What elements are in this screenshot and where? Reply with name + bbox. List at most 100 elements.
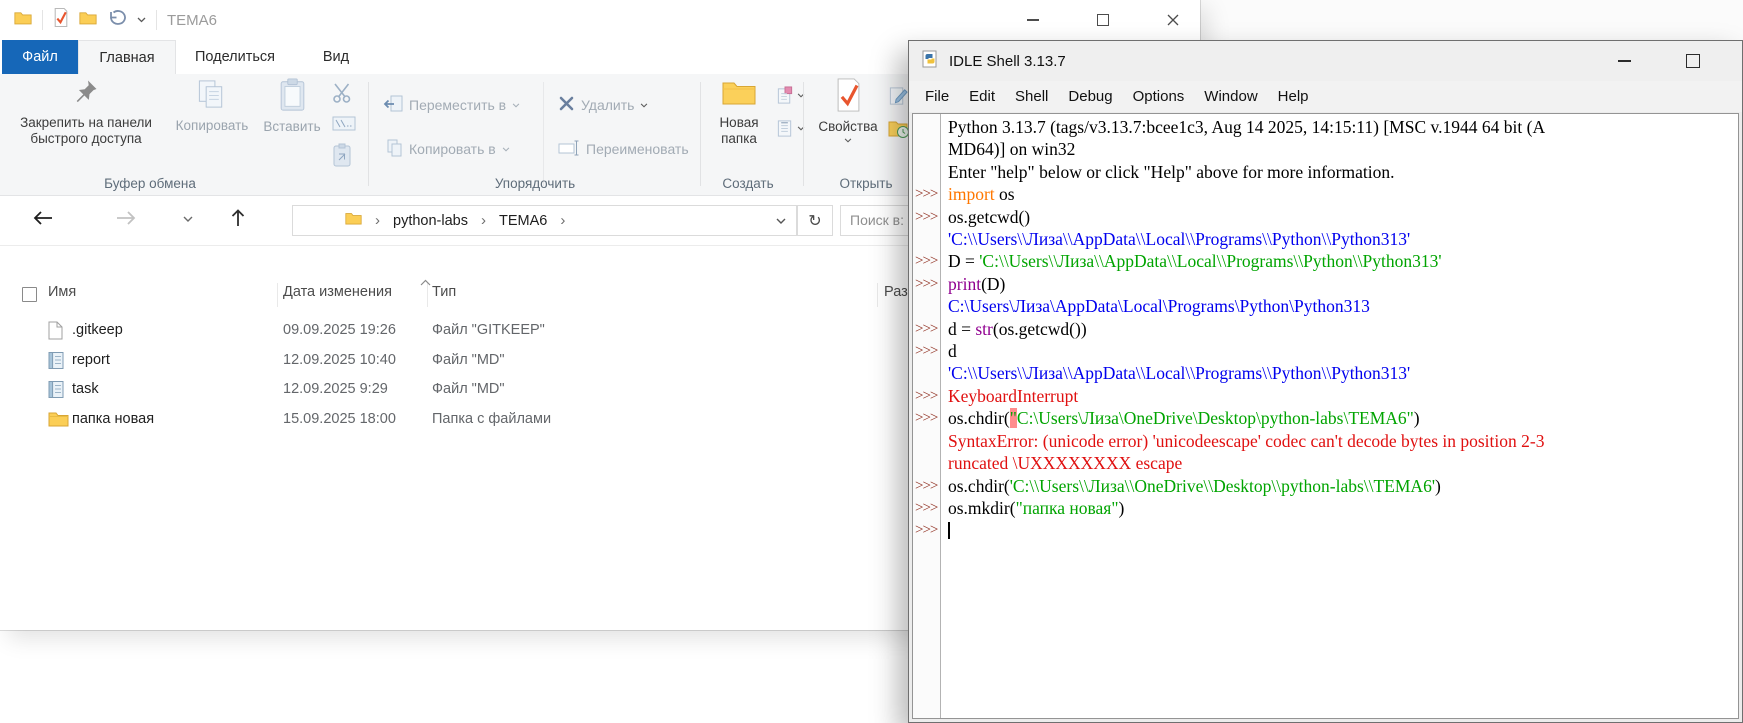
window-folder-icon xyxy=(14,10,32,30)
new-folder-quick-icon[interactable] xyxy=(79,10,97,30)
file-name: .gitkeep xyxy=(72,316,123,346)
shell-line-text: MD64)] on win32 xyxy=(941,138,1075,160)
new-item-button[interactable] xyxy=(776,119,805,138)
properties-button[interactable]: Свойства xyxy=(812,78,884,143)
paste-shortcut-icon[interactable] xyxy=(332,143,356,172)
shell-line-text: SyntaxError: (unicode error) 'unicodeesc… xyxy=(941,430,1544,452)
shell-prompt: >>> xyxy=(913,340,941,362)
copy-to-button[interactable]: Копировать в xyxy=(383,136,510,162)
shell-line-text: d xyxy=(941,340,957,362)
explorer-minimize-button[interactable] xyxy=(1014,10,1052,30)
refresh-button[interactable]: ↻ xyxy=(797,205,833,236)
md-icon xyxy=(48,351,65,374)
copy-button[interactable]: Копировать xyxy=(170,78,254,134)
shell-line-text: runcated \UXXXXXXXX escape xyxy=(941,452,1182,474)
shell-segment: D = xyxy=(948,251,979,271)
address-dropdown-caret-icon[interactable] xyxy=(776,212,796,230)
shell-segment: C:\Users\Лиза\AppData\Local\Programs\Pyt… xyxy=(948,296,1370,316)
shell-line-text: d = str(os.getcwd()) xyxy=(941,318,1087,340)
idle-shell-window: IDLE Shell 3.13.7 FileEditShellDebugOpti… xyxy=(908,40,1743,723)
easy-access-button[interactable] xyxy=(776,86,805,105)
shell-prompt xyxy=(913,452,941,474)
column-header-type[interactable]: Тип xyxy=(432,284,456,300)
qat-customize-caret-icon[interactable] xyxy=(137,17,146,23)
shell-prompt xyxy=(913,362,941,384)
shell-line-text: D = 'C:\\Users\\Лиза\\AppData\\Local\\Pr… xyxy=(941,250,1441,272)
shell-line: >>>print(D) xyxy=(913,273,1738,295)
move-to-button[interactable]: Переместить в xyxy=(383,92,520,118)
idle-menu-file[interactable]: File xyxy=(915,88,959,105)
shell-line-text: os.getcwd() xyxy=(941,206,1030,228)
shell-segment: (D) xyxy=(981,274,1005,294)
tab-view[interactable]: Вид xyxy=(294,40,378,74)
tab-share[interactable]: Поделиться xyxy=(176,40,294,74)
shell-segment: os.chdir( xyxy=(948,476,1010,496)
column-header-name[interactable]: Имя xyxy=(48,284,76,300)
column-header-date[interactable]: Дата изменения xyxy=(283,284,392,300)
shell-line-text xyxy=(941,519,950,541)
shell-prompt: >>> xyxy=(913,407,941,429)
breadcrumb-tema6[interactable]: TEMA6 xyxy=(499,213,547,229)
paste-button[interactable]: Вставить xyxy=(256,78,328,135)
forward-button[interactable] xyxy=(115,210,137,226)
recent-locations-caret-icon[interactable] xyxy=(183,216,193,223)
tab-file[interactable]: Файл xyxy=(2,40,78,74)
column-divider[interactable] xyxy=(877,283,878,307)
undo-icon[interactable] xyxy=(107,9,127,31)
idle-minimize-button[interactable] xyxy=(1607,50,1641,72)
screen: Вход ••• xyxy=(0,0,1743,723)
group-label-organize: Упорядочить xyxy=(465,176,605,191)
copy-path-icon[interactable] xyxy=(332,116,356,136)
chevron-down-icon xyxy=(640,103,648,108)
breadcrumb-chevron-icon[interactable]: › xyxy=(560,212,565,229)
shell-segment: 'C:\\Users\\Лиза\\AppData\\Local\\Progra… xyxy=(948,363,1410,383)
pin-to-quick-access-button[interactable]: Закрепить на панели быстрого доступа xyxy=(6,78,166,147)
shell-text-area[interactable]: Python 3.13.7 (tags/v3.13.7:bcee1c3, Aug… xyxy=(912,113,1739,719)
python-idle-icon xyxy=(921,50,939,73)
up-button[interactable] xyxy=(230,208,246,228)
shell-prompt xyxy=(913,295,941,317)
breadcrumb-chevron-icon[interactable]: › xyxy=(375,212,380,229)
address-bar[interactable]: › python-labs › TEMA6 › xyxy=(292,205,797,236)
shell-segment: import xyxy=(948,184,995,204)
shell-segment: os xyxy=(995,184,1015,204)
cut-icon[interactable] xyxy=(332,82,356,109)
idle-menu-edit[interactable]: Edit xyxy=(959,88,1005,105)
new-item-buttons xyxy=(776,86,805,138)
idle-menu-options[interactable]: Options xyxy=(1123,88,1195,105)
new-folder-button[interactable]: Новая папка xyxy=(707,78,771,147)
delete-button[interactable]: Удалить xyxy=(558,92,648,118)
column-divider[interactable] xyxy=(277,283,278,307)
properties-quick-icon[interactable] xyxy=(53,8,69,32)
breadcrumb-chevron-icon[interactable]: › xyxy=(481,212,486,229)
breadcrumb-python-labs[interactable]: python-labs xyxy=(393,213,468,229)
file-type: Файл "GITKEEP" xyxy=(432,316,545,346)
shell-line: >>>KeyboardInterrupt xyxy=(913,385,1738,407)
idle-maximize-button[interactable] xyxy=(1676,50,1710,72)
shell-line: 'C:\\Users\\Лиза\\AppData\\Local\\Progra… xyxy=(913,228,1738,250)
explorer-maximize-button[interactable] xyxy=(1084,10,1122,30)
sort-indicator-icon xyxy=(420,274,431,290)
shell-segment: Enter "help" below or click "Help" above… xyxy=(948,162,1395,182)
idle-titlebar[interactable]: IDLE Shell 3.13.7 xyxy=(909,41,1742,81)
shell-segment: 'C:\\Users\\Лиза\\AppData\\Local\\Progra… xyxy=(948,229,1410,249)
shell-line-text: print(D) xyxy=(941,273,1005,295)
tab-home[interactable]: Главная xyxy=(78,40,176,74)
shell-prompt: >>> xyxy=(913,273,941,295)
idle-menu-shell[interactable]: Shell xyxy=(1005,88,1058,105)
back-button[interactable] xyxy=(32,210,54,226)
explorer-titlebar[interactable]: TEMA6 xyxy=(0,0,1200,40)
idle-menu-help[interactable]: Help xyxy=(1268,88,1319,105)
new-folder-icon xyxy=(721,78,757,112)
explorer-close-button[interactable] xyxy=(1154,10,1192,30)
shell-prompt: >>> xyxy=(913,497,941,519)
shell-line-text: os.mkdir("папка новая") xyxy=(941,497,1124,519)
idle-menu-window[interactable]: Window xyxy=(1194,88,1267,105)
rename-button[interactable]: Переименовать xyxy=(558,136,689,162)
idle-menu-debug[interactable]: Debug xyxy=(1058,88,1122,105)
md-icon xyxy=(48,380,65,403)
shell-prompt: >>> xyxy=(913,519,941,541)
shell-line-text: import os xyxy=(941,183,1015,205)
ribbon-group-divider xyxy=(803,82,804,186)
select-all-checkbox[interactable] xyxy=(22,287,37,302)
